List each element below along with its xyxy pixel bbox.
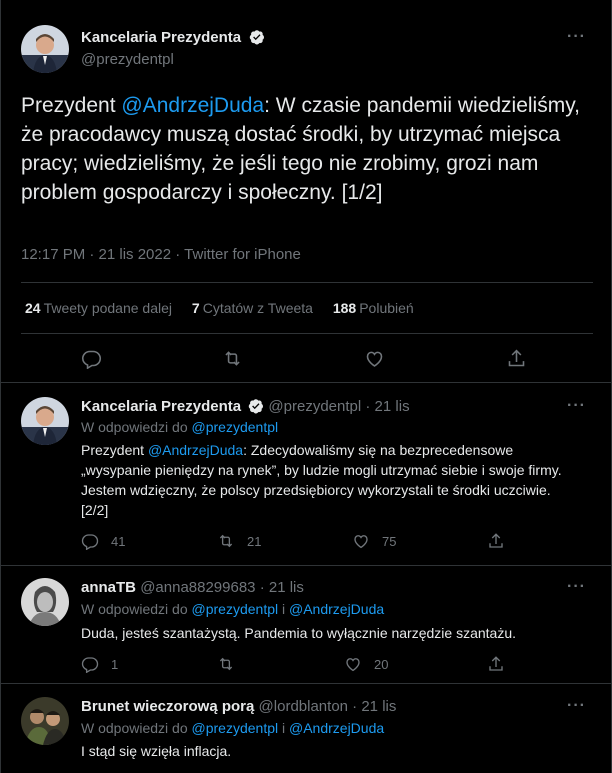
- reply-icon: [81, 534, 99, 550]
- verified-badge-icon: [248, 398, 264, 414]
- replying-to: W odpowiedzi do @prezydentpl i @AndrzejD…: [81, 720, 384, 736]
- more-icon[interactable]: ···: [567, 397, 586, 415]
- replying-to-label: W odpowiedzi do: [81, 720, 192, 736]
- like-button[interactable]: [364, 348, 385, 369]
- author-handle[interactable]: @prezydentpl: [268, 398, 361, 415]
- author-handle[interactable]: @prezydentpl: [81, 51, 174, 68]
- replying-to-joiner: i: [278, 720, 289, 736]
- divider: [21, 282, 593, 283]
- reply-tweet[interactable]: Kancelaria Prezydenta @prezydentpl · 21 …: [1, 383, 612, 566]
- likes-count: 188: [332, 300, 357, 316]
- reply-icon: [81, 657, 99, 673]
- retweet-button[interactable]: [217, 655, 247, 673]
- quotes-label: Cytatów z Tweeta: [202, 300, 313, 316]
- reply-header: Kancelaria Prezydenta @prezydentpl · 21 …: [81, 398, 410, 415]
- tweet-text: Duda, jesteś szantażystą. Pandemia to wy…: [81, 625, 517, 641]
- share-button[interactable]: [506, 348, 527, 369]
- tweet-stats: 24 Tweety podane dalej 7 Cytatów z Tweeta …: [25, 300, 430, 316]
- author-avatar[interactable]: [21, 578, 69, 626]
- retweet-icon: [225, 351, 240, 366]
- author-name[interactable]: Kancelaria Prezydenta: [81, 29, 241, 46]
- tweet-text: Prezydent @AndrzejDuda: W czasie pandemi…: [21, 91, 593, 207]
- share-button[interactable]: [487, 655, 505, 673]
- mention-link[interactable]: @prezydentpl: [192, 720, 279, 736]
- tweet-text-prefix: Prezydent: [21, 94, 122, 117]
- retweets-label: Tweety podane dalej: [43, 300, 173, 316]
- like-icon: [346, 658, 360, 672]
- like-count: 75: [382, 533, 397, 549]
- author-handle[interactable]: @anna88299683: [140, 579, 255, 596]
- mention-link[interactable]: @AndrzejDuda: [121, 94, 264, 117]
- main-tweet: Kancelaria Prezydenta @prezydentpl ··· P…: [1, 0, 612, 383]
- share-icon: [489, 656, 503, 671]
- likes-stat[interactable]: 188 Polubień: [333, 300, 414, 316]
- share-button[interactable]: [487, 532, 505, 550]
- replying-to-label: W odpowiedzi do: [81, 601, 192, 617]
- more-icon[interactable]: ···: [567, 28, 586, 46]
- reply-count: 1: [111, 656, 119, 672]
- author-handle[interactable]: @lordblanton: [259, 698, 348, 715]
- like-button[interactable]: 20: [344, 655, 388, 673]
- more-icon[interactable]: ···: [567, 578, 586, 596]
- reply-icon: [81, 350, 102, 369]
- reply-tweet[interactable]: annaTB @anna88299683 · 21 lis ··· W odpo…: [1, 566, 612, 684]
- replying-to: W odpowiedzi do @prezydentpl: [81, 419, 278, 435]
- tweet-time[interactable]: 21 lis: [269, 579, 304, 596]
- mention-link[interactable]: @prezydentpl: [192, 601, 279, 617]
- replying-to-label: W odpowiedzi do: [81, 419, 192, 435]
- tweet-text: Prezydent @AndrzejDuda: Zdecydowaliśmy s…: [81, 440, 581, 520]
- more-icon[interactable]: ···: [567, 697, 586, 715]
- like-button[interactable]: 75: [352, 532, 396, 550]
- tweet-time[interactable]: 21 lis: [361, 698, 396, 715]
- reply-button[interactable]: [81, 348, 102, 369]
- share-icon: [489, 533, 503, 548]
- mention-link[interactable]: @AndrzejDuda: [289, 720, 384, 736]
- retweets-stat[interactable]: 24 Tweety podane dalej: [25, 300, 172, 316]
- share-icon: [508, 349, 525, 367]
- reply-tweet[interactable]: Brunet wieczorową porą @lordblanton · 21…: [1, 684, 612, 773]
- reply-header: Brunet wieczorową porą @lordblanton · 21…: [81, 698, 396, 715]
- tweet-text-prefix: Prezydent: [81, 442, 148, 458]
- reply-header: annaTB @anna88299683 · 21 lis: [81, 579, 304, 596]
- mention-link[interactable]: @prezydentpl: [192, 419, 279, 435]
- separator-dot: ·: [352, 698, 358, 715]
- author-name[interactable]: Brunet wieczorową porą: [81, 698, 254, 715]
- retweet-button[interactable]: 21: [217, 532, 261, 550]
- tweet-meta[interactable]: 12:17 PM · 21 lis 2022 · Twitter for iPh…: [21, 246, 301, 263]
- author-avatar[interactable]: [21, 25, 69, 73]
- reply-button[interactable]: 1: [81, 655, 118, 673]
- mention-link[interactable]: @AndrzejDuda: [148, 442, 243, 458]
- replying-to-joiner: i: [278, 601, 289, 617]
- author-name-row: Kancelaria Prezydenta: [81, 29, 265, 47]
- author-avatar[interactable]: [21, 397, 69, 445]
- like-count: 20: [374, 656, 389, 672]
- quotes-count: 7: [191, 300, 200, 316]
- separator-dot: ·: [259, 579, 265, 596]
- verified-badge-icon: [249, 29, 265, 45]
- like-icon: [354, 535, 368, 549]
- separator-dot: ·: [365, 398, 371, 415]
- retweets-count: 24: [25, 300, 41, 316]
- divider: [21, 333, 593, 334]
- retweet-count: 21: [247, 533, 262, 549]
- reply-button[interactable]: 41: [81, 532, 125, 550]
- retweet-icon: [219, 534, 233, 548]
- mention-link[interactable]: @AndrzejDuda: [289, 601, 384, 617]
- quotes-stat[interactable]: 7 Cytatów z Tweeta: [192, 300, 313, 316]
- author-avatar[interactable]: [21, 697, 69, 745]
- main-action-bar: [1, 344, 612, 374]
- author-name[interactable]: Kancelaria Prezydenta: [81, 398, 241, 415]
- author-name[interactable]: annaTB: [81, 579, 136, 596]
- retweet-button[interactable]: [222, 348, 243, 369]
- replying-to: W odpowiedzi do @prezydentpl i @AndrzejD…: [81, 601, 384, 617]
- retweet-icon: [219, 657, 233, 671]
- tweet-text: I stąd się wzięła inflacja.: [81, 743, 232, 759]
- likes-label: Polubień: [359, 300, 414, 316]
- tweet-thread: Kancelaria Prezydenta @prezydentpl ··· P…: [0, 0, 612, 773]
- tweet-time[interactable]: 21 lis: [375, 398, 410, 415]
- like-icon: [366, 351, 383, 367]
- reply-count: 41: [111, 533, 126, 549]
